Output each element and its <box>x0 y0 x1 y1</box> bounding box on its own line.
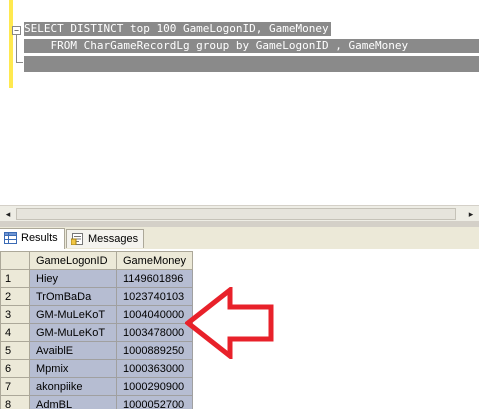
tab-results-label: Results <box>21 232 58 244</box>
table-row[interactable]: 7 akonpiike 1000290900 <box>0 377 193 396</box>
row-number[interactable]: 1 <box>0 269 30 288</box>
table-row[interactable]: 5 AvaiblE 1000889250 <box>0 341 193 360</box>
sql-line-2[interactable]: FROM CharGameRecordLg group by GameLogon… <box>24 39 479 53</box>
outline-line <box>16 35 17 63</box>
table-row[interactable]: 3 GM-MuLeKoT 1004040000 <box>0 305 193 324</box>
table-row[interactable]: 8 AdmBL 1000052700 <box>0 395 193 409</box>
selection-highlight <box>24 56 479 72</box>
table-row[interactable]: 4 GM-MuLeKoT 1003478000 <box>0 323 193 342</box>
cell-gamelogonid[interactable]: AvaiblE <box>29 341 117 360</box>
cell-gamelogonid[interactable]: Mpmix <box>29 359 117 378</box>
tab-messages[interactable]: Messages <box>66 229 144 248</box>
cell-gamemoney[interactable]: 1023740103 <box>116 287 193 306</box>
table-row[interactable]: 6 Mpmix 1000363000 <box>0 359 193 378</box>
sql-line-1[interactable]: SELECT DISTINCT top 100 GameLogonID, Gam… <box>24 22 331 36</box>
cell-gamemoney[interactable]: 1003478000 <box>116 323 193 342</box>
cell-gamemoney[interactable]: 1000290900 <box>116 377 193 396</box>
changed-lines-marker <box>9 0 13 88</box>
table-row[interactable]: 2 TrOmBaDa 1023740103 <box>0 287 193 306</box>
header-row: GameLogonID GameMoney <box>0 251 193 270</box>
red-arrow-annotation <box>185 287 274 359</box>
scroll-left-icon[interactable]: ◂ <box>0 206 16 222</box>
tab-messages-label: Messages <box>88 233 139 245</box>
grid-corner[interactable] <box>0 251 30 270</box>
row-number[interactable]: 2 <box>0 287 30 306</box>
messages-icon <box>71 233 83 245</box>
row-number[interactable]: 5 <box>0 341 30 360</box>
results-tabbar: Results Messages <box>0 227 479 250</box>
row-number[interactable]: 7 <box>0 377 30 396</box>
cell-gamemoney[interactable]: 1000889250 <box>116 341 193 360</box>
table-row[interactable]: 1 Hiey 1149601896 <box>0 269 193 288</box>
row-number[interactable]: 3 <box>0 305 30 324</box>
row-number[interactable]: 4 <box>0 323 30 342</box>
cell-gamemoney[interactable]: 1149601896 <box>116 269 193 288</box>
cell-gamelogonid[interactable]: GM-MuLeKoT <box>29 323 117 342</box>
grid-icon <box>4 232 17 244</box>
row-number[interactable]: 8 <box>0 395 30 409</box>
cell-gamelogonid[interactable]: Hiey <box>29 269 117 288</box>
cell-gamemoney[interactable]: 1004040000 <box>116 305 193 324</box>
results-table: GameLogonID GameMoney 1 Hiey 1149601896 … <box>0 251 193 409</box>
tab-results[interactable]: Results <box>0 228 65 249</box>
cell-gamelogonid[interactable]: GM-MuLeKoT <box>29 305 117 324</box>
row-number[interactable]: 6 <box>0 359 30 378</box>
editor-horizontal-scrollbar[interactable]: ◂ ▸ <box>0 205 479 222</box>
scroll-right-icon[interactable]: ▸ <box>463 206 479 222</box>
cell-gamemoney[interactable]: 1000052700 <box>116 395 193 409</box>
cell-gamelogonid[interactable]: TrOmBaDa <box>29 287 117 306</box>
column-header-gamemoney[interactable]: GameMoney <box>116 251 193 270</box>
query-editor[interactable]: − SELECT DISTINCT top 100 GameLogonID, G… <box>0 0 479 205</box>
outline-line-end <box>16 62 23 63</box>
collapse-region-toggle[interactable]: − <box>12 26 21 35</box>
cell-gamemoney[interactable]: 1000363000 <box>116 359 193 378</box>
cell-gamelogonid[interactable]: AdmBL <box>29 395 117 409</box>
cell-gamelogonid[interactable]: akonpiike <box>29 377 117 396</box>
scrollbar-thumb[interactable] <box>16 208 456 220</box>
column-header-gamelogonid[interactable]: GameLogonID <box>29 251 117 270</box>
